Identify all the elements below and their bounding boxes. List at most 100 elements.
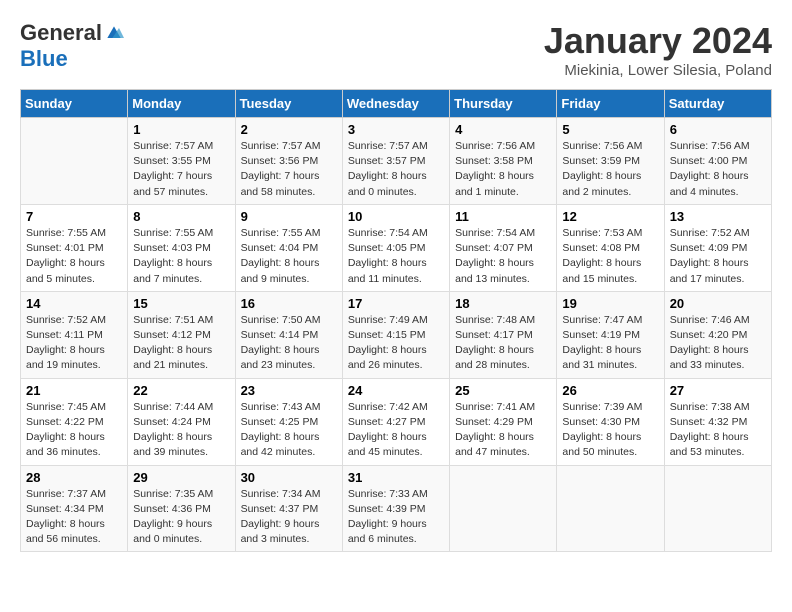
- calendar-cell: 14Sunrise: 7:52 AM Sunset: 4:11 PM Dayli…: [21, 291, 128, 378]
- day-info: Sunrise: 7:56 AM Sunset: 4:00 PM Dayligh…: [670, 139, 766, 200]
- calendar-cell: 9Sunrise: 7:55 AM Sunset: 4:04 PM Daylig…: [235, 204, 342, 291]
- calendar-cell: 11Sunrise: 7:54 AM Sunset: 4:07 PM Dayli…: [450, 204, 557, 291]
- day-info: Sunrise: 7:52 AM Sunset: 4:09 PM Dayligh…: [670, 226, 766, 287]
- day-header-thursday: Thursday: [450, 90, 557, 118]
- calendar-cell: 17Sunrise: 7:49 AM Sunset: 4:15 PM Dayli…: [342, 291, 449, 378]
- day-header-sunday: Sunday: [21, 90, 128, 118]
- logo-blue-text: Blue: [20, 46, 68, 72]
- day-info: Sunrise: 7:47 AM Sunset: 4:19 PM Dayligh…: [562, 313, 658, 374]
- calendar-cell: 13 Sunrise: 7:52 AM Sunset: 4:09 PM Dayli…: [664, 204, 771, 291]
- day-number: 23: [241, 383, 337, 398]
- calendar-table: SundayMondayTuesdayWednesdayThursdayFrid…: [20, 89, 772, 552]
- day-info: Sunrise: 7:43 AM Sunset: 4:25 PM Dayligh…: [241, 400, 337, 461]
- calendar-cell: 10Sunrise: 7:54 AM Sunset: 4:05 PM Dayli…: [342, 204, 449, 291]
- day-number: 10: [348, 209, 444, 224]
- calendar-cell: 4 Sunrise: 7:56 AM Sunset: 3:58 PM Daylig…: [450, 118, 557, 205]
- day-info: Sunrise: 7:55 AM Sunset: 4:01 PM Dayligh…: [26, 226, 122, 287]
- calendar-cell: 20Sunrise: 7:46 AM Sunset: 4:20 PM Dayli…: [664, 291, 771, 378]
- calendar-cell: [557, 465, 664, 552]
- calendar-week-1: 1Sunrise: 7:57 AM Sunset: 3:55 PM Daylig…: [21, 118, 772, 205]
- calendar-week-3: 14Sunrise: 7:52 AM Sunset: 4:11 PM Dayli…: [21, 291, 772, 378]
- day-number: 8: [133, 209, 229, 224]
- day-number: 28: [26, 470, 122, 485]
- day-info: Sunrise: 7:42 AM Sunset: 4:27 PM Dayligh…: [348, 400, 444, 461]
- calendar-cell: 2 Sunrise: 7:57 AM Sunset: 3:56 PM Daylig…: [235, 118, 342, 205]
- day-info: Sunrise: 7:56 AM Sunset: 3:58 PM Dayligh…: [455, 139, 551, 200]
- day-info: Sunrise: 7:55 AM Sunset: 4:03 PM Dayligh…: [133, 226, 229, 287]
- day-info: Sunrise: 7:57 AM Sunset: 3:57 PM Dayligh…: [348, 139, 444, 200]
- day-info: Sunrise: 7:39 AM Sunset: 4:30 PM Dayligh…: [562, 400, 658, 461]
- day-info: Sunrise: 7:45 AM Sunset: 4:22 PM Dayligh…: [26, 400, 122, 461]
- day-number: 6: [670, 122, 766, 137]
- calendar-cell: 21Sunrise: 7:45 AM Sunset: 4:22 PM Dayli…: [21, 378, 128, 465]
- day-number: 16: [241, 296, 337, 311]
- page-subtitle: Miekinia, Lower Silesia, Poland: [544, 62, 772, 79]
- calendar-cell: [21, 118, 128, 205]
- calendar-cell: 26 Sunrise: 7:39 AM Sunset: 4:30 PM Dayli…: [557, 378, 664, 465]
- calendar-cell: 25Sunrise: 7:41 AM Sunset: 4:29 PM Dayli…: [450, 378, 557, 465]
- header-row: SundayMondayTuesdayWednesdayThursdayFrid…: [21, 90, 772, 118]
- day-header-saturday: Saturday: [664, 90, 771, 118]
- day-number: 4: [455, 122, 551, 137]
- day-info: Sunrise: 7:50 AM Sunset: 4:14 PM Dayligh…: [241, 313, 337, 374]
- calendar-week-5: 28 Sunrise: 7:37 AM Sunset: 4:34 PM Dayli…: [21, 465, 772, 552]
- day-info: Sunrise: 7:52 AM Sunset: 4:11 PM Dayligh…: [26, 313, 122, 374]
- day-number: 19: [562, 296, 658, 311]
- day-number: 13: [670, 209, 766, 224]
- calendar-cell: 23 Sunrise: 7:43 AM Sunset: 4:25 PM Dayli…: [235, 378, 342, 465]
- day-number: 22: [133, 383, 229, 398]
- day-number: 3: [348, 122, 444, 137]
- day-number: 15: [133, 296, 229, 311]
- calendar-cell: 16 Sunrise: 7:50 AM Sunset: 4:14 PM Dayli…: [235, 291, 342, 378]
- logo: General Blue: [20, 20, 124, 72]
- calendar-cell: 15 Sunrise: 7:51 AM Sunset: 4:12 PM Dayli…: [128, 291, 235, 378]
- calendar-cell: 5Sunrise: 7:56 AM Sunset: 3:59 PM Daylig…: [557, 118, 664, 205]
- day-number: 29: [133, 470, 229, 485]
- day-info: Sunrise: 7:56 AM Sunset: 3:59 PM Dayligh…: [562, 139, 658, 200]
- calendar-cell: 6 Sunrise: 7:56 AM Sunset: 4:00 PM Daylig…: [664, 118, 771, 205]
- day-info: Sunrise: 7:57 AM Sunset: 3:55 PM Dayligh…: [133, 139, 229, 200]
- calendar-cell: 3 Sunrise: 7:57 AM Sunset: 3:57 PM Daylig…: [342, 118, 449, 205]
- calendar-cell: 1Sunrise: 7:57 AM Sunset: 3:55 PM Daylig…: [128, 118, 235, 205]
- logo-general-text: General: [20, 20, 102, 46]
- day-header-tuesday: Tuesday: [235, 90, 342, 118]
- day-info: Sunrise: 7:54 AM Sunset: 4:07 PM Dayligh…: [455, 226, 551, 287]
- calendar-cell: 18 Sunrise: 7:48 AM Sunset: 4:17 PM Dayli…: [450, 291, 557, 378]
- day-info: Sunrise: 7:53 AM Sunset: 4:08 PM Dayligh…: [562, 226, 658, 287]
- calendar-cell: 8 Sunrise: 7:55 AM Sunset: 4:03 PM Daylig…: [128, 204, 235, 291]
- day-number: 17: [348, 296, 444, 311]
- logo-icon: [104, 23, 124, 43]
- page-title: January 2024: [544, 20, 772, 62]
- day-info: Sunrise: 7:51 AM Sunset: 4:12 PM Dayligh…: [133, 313, 229, 374]
- day-info: Sunrise: 7:57 AM Sunset: 3:56 PM Dayligh…: [241, 139, 337, 200]
- day-number: 9: [241, 209, 337, 224]
- day-header-wednesday: Wednesday: [342, 90, 449, 118]
- day-number: 2: [241, 122, 337, 137]
- day-header-friday: Friday: [557, 90, 664, 118]
- calendar-cell: 7 Sunrise: 7:55 AM Sunset: 4:01 PM Daylig…: [21, 204, 128, 291]
- calendar-cell: 22 Sunrise: 7:44 AM Sunset: 4:24 PM Dayli…: [128, 378, 235, 465]
- day-info: Sunrise: 7:48 AM Sunset: 4:17 PM Dayligh…: [455, 313, 551, 374]
- day-info: Sunrise: 7:41 AM Sunset: 4:29 PM Dayligh…: [455, 400, 551, 461]
- calendar-cell: [450, 465, 557, 552]
- day-number: 18: [455, 296, 551, 311]
- calendar-cell: 19 Sunrise: 7:47 AM Sunset: 4:19 PM Dayli…: [557, 291, 664, 378]
- calendar-cell: 29Sunrise: 7:35 AM Sunset: 4:36 PM Dayli…: [128, 465, 235, 552]
- day-info: Sunrise: 7:44 AM Sunset: 4:24 PM Dayligh…: [133, 400, 229, 461]
- calendar-week-2: 7 Sunrise: 7:55 AM Sunset: 4:01 PM Daylig…: [21, 204, 772, 291]
- day-info: Sunrise: 7:34 AM Sunset: 4:37 PM Dayligh…: [241, 487, 337, 548]
- page-header: General Blue January 2024 Miekinia, Lowe…: [20, 20, 772, 79]
- calendar-cell: 12 Sunrise: 7:53 AM Sunset: 4:08 PM Dayli…: [557, 204, 664, 291]
- day-info: Sunrise: 7:46 AM Sunset: 4:20 PM Dayligh…: [670, 313, 766, 374]
- day-number: 27: [670, 383, 766, 398]
- day-info: Sunrise: 7:37 AM Sunset: 4:34 PM Dayligh…: [26, 487, 122, 548]
- day-number: 26: [562, 383, 658, 398]
- day-number: 12: [562, 209, 658, 224]
- day-number: 7: [26, 209, 122, 224]
- calendar-cell: 28 Sunrise: 7:37 AM Sunset: 4:34 PM Dayli…: [21, 465, 128, 552]
- calendar-cell: 27Sunrise: 7:38 AM Sunset: 4:32 PM Dayli…: [664, 378, 771, 465]
- calendar-cell: [664, 465, 771, 552]
- day-number: 30: [241, 470, 337, 485]
- title-section: January 2024 Miekinia, Lower Silesia, Po…: [544, 20, 772, 79]
- day-number: 31: [348, 470, 444, 485]
